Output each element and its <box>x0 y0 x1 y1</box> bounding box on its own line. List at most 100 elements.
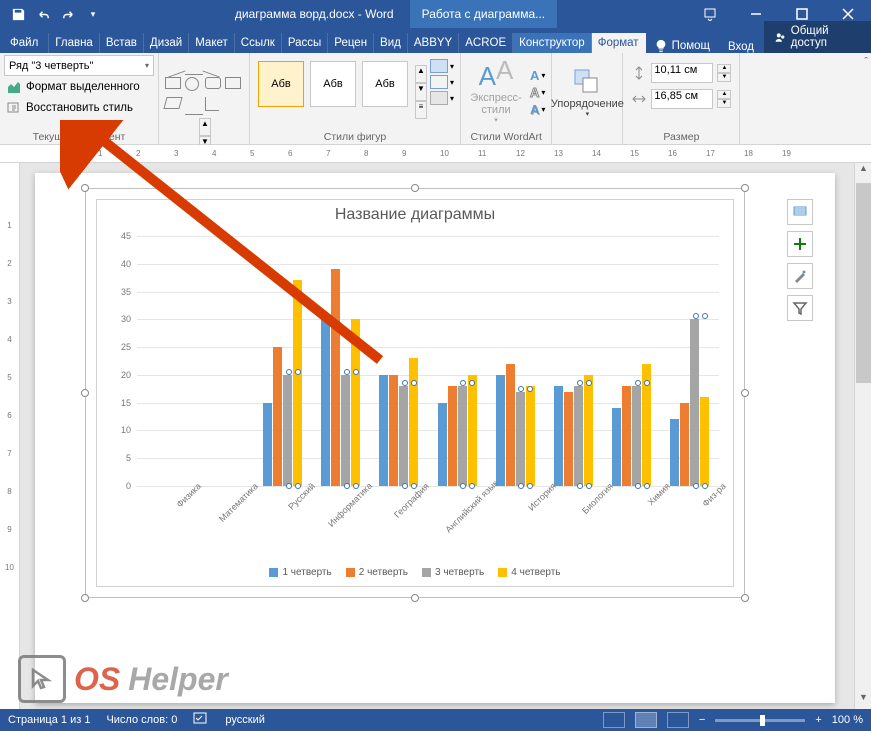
group-shape-styles: Абв Абв Абв ▲▼≡ ▾ ▾ ▾ Стили фигур <box>250 53 461 144</box>
shape-effects-button[interactable]: ▾ <box>430 91 454 105</box>
format-selection-button[interactable]: Формат выделенного <box>4 77 154 97</box>
tab-mailings[interactable]: Рассы <box>282 33 328 53</box>
tab-design[interactable]: Дизай <box>144 33 189 53</box>
quick-styles-button[interactable]: AA Экспресс-стили ▾ <box>465 59 527 126</box>
shape-outline-button[interactable]: ▾ <box>430 75 454 89</box>
shape-style-item[interactable]: Абв <box>258 61 304 107</box>
width-icon <box>631 91 647 107</box>
page-indicator[interactable]: Страница 1 из 1 <box>8 714 90 726</box>
horizontal-ruler[interactable]: 12345678910111213141516171819 <box>0 145 871 163</box>
text-outline-button[interactable]: A▾ <box>530 85 545 100</box>
ribbon-options-button[interactable] <box>687 0 733 28</box>
collapse-ribbon-button[interactable]: ˆ <box>864 56 868 68</box>
watermark-logo: OSHelper <box>18 655 228 703</box>
group-size: 10,11 см ▲▼ 16,85 см ▲▼ Размер <box>623 53 740 144</box>
resize-handle[interactable] <box>741 389 749 397</box>
height-icon <box>631 65 647 81</box>
resize-handle[interactable] <box>81 184 89 192</box>
tab-insert[interactable]: Встав <box>100 33 144 53</box>
resize-handle[interactable] <box>411 184 419 192</box>
shape-height-input[interactable]: 10,11 см <box>651 63 713 83</box>
vertical-ruler[interactable]: 12345678910 <box>0 163 20 709</box>
resize-handle[interactable] <box>81 389 89 397</box>
resize-handle[interactable] <box>741 184 749 192</box>
document-area: 12345678910 Название диаграммы 051015202… <box>0 163 871 709</box>
page: Название диаграммы 051015202530354045 Фи… <box>35 173 835 703</box>
shape-style-tools: ▾ ▾ ▾ <box>428 55 456 129</box>
chart-elements-button[interactable] <box>787 231 813 257</box>
redo-button[interactable] <box>56 2 80 26</box>
zoom-in-button[interactable]: + <box>815 714 821 726</box>
web-layout-button[interactable] <box>667 712 689 728</box>
sign-in-button[interactable]: Вход <box>718 41 764 53</box>
tab-home[interactable]: Главна <box>49 33 100 53</box>
shape-width-input[interactable]: 16,85 см <box>651 89 713 109</box>
style-scroll[interactable]: ▲▼≡ <box>415 65 427 119</box>
tab-chart-format[interactable]: Формат <box>592 33 646 53</box>
tab-references[interactable]: Ссылк <box>235 33 282 53</box>
shapes-gallery[interactable] <box>163 55 245 117</box>
zoom-out-button[interactable]: − <box>699 714 705 726</box>
quick-access-toolbar: ▾ <box>0 2 105 26</box>
tab-abbyy[interactable]: ABBYY <box>408 33 459 53</box>
language-indicator[interactable]: русский <box>225 714 264 726</box>
chart-legend[interactable]: 1 четверть2 четверть3 четверть4 четверть <box>97 567 733 578</box>
group-wordart-styles: AA Экспресс-стили ▾ A▾ A▾ A▾ Стили WordA… <box>461 53 552 144</box>
vertical-scrollbar[interactable]: ▲ ▼ <box>854 163 871 709</box>
statusbar: Страница 1 из 1 Число слов: 0 русский − … <box>0 709 871 731</box>
tab-acrobat[interactable]: ACROE <box>459 33 513 53</box>
document-title: диаграмма ворд.docx - Word <box>235 7 394 21</box>
shape-fill-button[interactable]: ▾ <box>430 59 454 73</box>
chart-object[interactable]: Название диаграммы 051015202530354045 Фи… <box>85 188 745 598</box>
group-insert-shapes: ▲▼≡ Изменить фигуру ▾ Вставка фигур <box>159 53 250 144</box>
tab-review[interactable]: Рецен <box>328 33 374 53</box>
spellcheck-icon[interactable] <box>193 712 209 729</box>
ribbon-tabs: Файл Главна Встав Дизай Макет Ссылк Расс… <box>0 28 871 53</box>
titlebar: ▾ диаграмма ворд.docx - Word Работа с ди… <box>0 0 871 28</box>
group-current-fragment: Ряд "3 четверть"▾ Формат выделенного Вос… <box>0 53 159 144</box>
group-arrange: Упорядочение ▾ <box>552 53 623 144</box>
shape-style-item[interactable]: Абв <box>310 61 356 107</box>
group-label <box>556 129 618 144</box>
save-button[interactable] <box>6 2 30 26</box>
scrollbar-thumb[interactable] <box>856 183 871 383</box>
chart-layout-options-button[interactable] <box>787 199 813 225</box>
qat-customize-button[interactable]: ▾ <box>81 2 105 26</box>
group-label: Текущий фрагмент <box>4 129 154 144</box>
wordart-tools: A▾ A▾ A▾ <box>528 64 547 121</box>
undo-button[interactable] <box>31 2 55 26</box>
chart-plot-area[interactable]: Название диаграммы 051015202530354045 Фи… <box>96 199 734 587</box>
group-label: Стили фигур <box>254 129 456 144</box>
resize-handle[interactable] <box>411 594 419 602</box>
chart-title[interactable]: Название диаграммы <box>97 200 733 230</box>
shape-styles-gallery[interactable]: Абв Абв Абв <box>254 55 412 129</box>
print-layout-button[interactable] <box>635 712 657 728</box>
arrange-button[interactable]: Упорядочение ▾ <box>556 64 618 120</box>
chart-x-labels: ФизикаМатематикаРусскийИнформатикаГеогра… <box>137 486 719 540</box>
word-count[interactable]: Число слов: 0 <box>106 714 177 726</box>
chart-side-buttons <box>787 199 813 321</box>
tab-file[interactable]: Файл <box>0 33 49 53</box>
shape-style-item[interactable]: Абв <box>362 61 408 107</box>
text-fill-button[interactable]: A▾ <box>530 68 545 83</box>
chart-filters-button[interactable] <box>787 295 813 321</box>
resize-handle[interactable] <box>741 594 749 602</box>
tab-chart-design[interactable]: Конструктор <box>513 33 592 53</box>
ribbon: Ряд "3 четверть"▾ Формат выделенного Вос… <box>0 53 871 145</box>
tab-layout[interactable]: Макет <box>189 33 235 53</box>
share-button[interactable]: Общий доступ <box>764 21 871 53</box>
group-label: Стили WordArt <box>465 129 547 144</box>
chart-element-selector[interactable]: Ряд "3 четверть"▾ <box>4 55 154 76</box>
zoom-slider[interactable] <box>715 719 805 722</box>
resize-handle[interactable] <box>81 594 89 602</box>
group-label: Размер <box>627 129 735 144</box>
contextual-tab-title: Работа с диаграмма... <box>410 0 558 28</box>
chart-plot[interactable]: 051015202530354045 <box>137 236 719 486</box>
text-effects-button[interactable]: A▾ <box>530 102 545 117</box>
read-mode-button[interactable] <box>603 712 625 728</box>
zoom-level[interactable]: 100 % <box>832 714 863 726</box>
tell-me[interactable]: Помощ <box>646 39 718 53</box>
tab-view[interactable]: Вид <box>374 33 408 53</box>
chart-styles-button[interactable] <box>787 263 813 289</box>
reset-style-button[interactable]: Восстановить стиль <box>4 98 154 118</box>
